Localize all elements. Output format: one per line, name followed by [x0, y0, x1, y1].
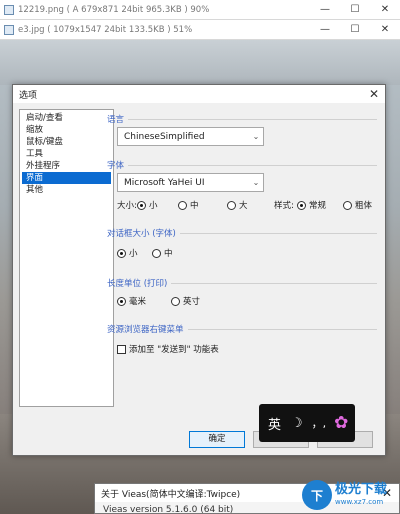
- nav-item-zoom[interactable]: 缩放: [22, 124, 111, 136]
- unit-mm-radio[interactable]: 毫米: [117, 295, 146, 307]
- length-unit-section-label: 长度单位 (打印): [107, 279, 168, 289]
- dialog-size-section-label: 对话框大小 (字体): [107, 229, 176, 239]
- length-unit-section-header: 长度单位 (打印): [107, 277, 377, 289]
- watermark-logo: 下 极光下载 www.xz7.com: [302, 476, 400, 514]
- minimize-button[interactable]: —: [310, 4, 340, 15]
- logo-url: www.xz7.com: [335, 498, 384, 506]
- radio-icon: [117, 248, 126, 258]
- logo-title: 极光下载: [335, 482, 388, 497]
- chevron-down-icon: ⌄: [252, 132, 260, 141]
- radio-icon: [178, 200, 187, 210]
- dialog-close-button[interactable]: ✕: [363, 87, 385, 101]
- flower-icon[interactable]: ✿: [334, 413, 348, 433]
- moon-icon[interactable]: ☽: [291, 416, 303, 431]
- font-style-bold-radio[interactable]: 粗体: [343, 199, 372, 211]
- background-roof: [0, 40, 400, 85]
- image-file-icon: [4, 24, 14, 35]
- ime-toolbar[interactable]: 英 ☽ ，, ✿: [259, 404, 355, 442]
- dialog-title: 选项: [19, 90, 38, 101]
- language-value: ChineseSimplified: [124, 131, 205, 142]
- language-dropdown[interactable]: ChineseSimplified ⌄: [117, 127, 264, 146]
- font-style-regular-radio[interactable]: 常规: [297, 199, 326, 211]
- radio-icon: [117, 296, 126, 306]
- nav-item-other[interactable]: 其他: [22, 184, 111, 196]
- radio-icon: [343, 200, 352, 210]
- font-section-header: 字体: [107, 159, 377, 171]
- font-dropdown[interactable]: Microsoft YaHei UI ⌄: [117, 173, 264, 192]
- radio-icon: [137, 200, 146, 210]
- close-button[interactable]: ✕: [370, 4, 400, 15]
- font-size-medium-radio[interactable]: 中: [178, 199, 199, 211]
- radio-icon: [297, 200, 306, 210]
- font-section-label: 字体: [107, 161, 125, 171]
- font-value: Microsoft YaHei UI: [124, 177, 205, 188]
- language-section-header: 语言: [107, 113, 377, 125]
- options-nav-list: 启动/查看 缩放 鼠标/键盘 工具 外挂程序 界面 其他: [19, 109, 114, 407]
- dialog-size-section-header: 对话框大小 (字体): [107, 227, 377, 239]
- image-file-icon: [4, 4, 14, 15]
- nav-item-plugins[interactable]: 外挂程序: [22, 160, 111, 172]
- dialog-title-bar[interactable]: 选项 ✕: [13, 85, 385, 103]
- logo-mark-icon: 下: [302, 480, 332, 510]
- viewer-window-title: e3.jpg ( 1079x1547 24bit 133.5KB ) 51%: [18, 24, 193, 35]
- unit-inch-radio[interactable]: 英寸: [171, 295, 200, 307]
- checkbox-icon: [117, 344, 126, 354]
- font-size-label: 大小:: [117, 201, 137, 211]
- nav-item-startup[interactable]: 启动/查看: [22, 112, 111, 124]
- ime-mode-english[interactable]: 英: [268, 414, 281, 433]
- font-size-large-radio[interactable]: 大: [227, 199, 248, 211]
- font-style-label: 样式:: [274, 201, 294, 211]
- minimize-button[interactable]: —: [310, 24, 340, 35]
- context-menu-section-label: 资源浏览器右键菜单: [107, 325, 184, 335]
- close-button[interactable]: ✕: [370, 24, 400, 35]
- radio-icon: [152, 248, 161, 258]
- dialog-size-small-radio[interactable]: 小: [117, 247, 138, 259]
- viewer-window-2[interactable]: e3.jpg ( 1079x1547 24bit 133.5KB ) 51% —…: [0, 20, 400, 40]
- ok-button[interactable]: 确定: [189, 431, 245, 448]
- maximize-button[interactable]: ☐: [340, 24, 370, 35]
- viewer-window-title: 12219.png ( A 679x871 24bit 965.3KB ) 90…: [18, 4, 210, 15]
- send-to-checkbox[interactable]: 添加至 "发送到" 功能表: [117, 343, 219, 355]
- nav-item-tools[interactable]: 工具: [22, 148, 111, 160]
- maximize-button[interactable]: ☐: [340, 4, 370, 15]
- font-size-small-radio[interactable]: 小: [137, 199, 158, 211]
- punctuation-icon[interactable]: ，,: [312, 415, 327, 431]
- viewer-window-1[interactable]: 12219.png ( A 679x871 24bit 965.3KB ) 90…: [0, 0, 400, 20]
- dialog-size-medium-radio[interactable]: 中: [152, 247, 173, 259]
- context-menu-section-header: 资源浏览器右键菜单: [107, 323, 377, 335]
- options-dialog: 选项 ✕ 启动/查看 缩放 鼠标/键盘 工具 外挂程序 界面 其他 语言 Chi…: [12, 84, 386, 456]
- nav-item-mouse-keyboard[interactable]: 鼠标/键盘: [22, 136, 111, 148]
- chevron-down-icon: ⌄: [252, 178, 260, 187]
- radio-icon: [171, 296, 180, 306]
- radio-icon: [227, 200, 236, 210]
- language-section-label: 语言: [107, 115, 125, 125]
- nav-item-interface[interactable]: 界面: [22, 172, 111, 184]
